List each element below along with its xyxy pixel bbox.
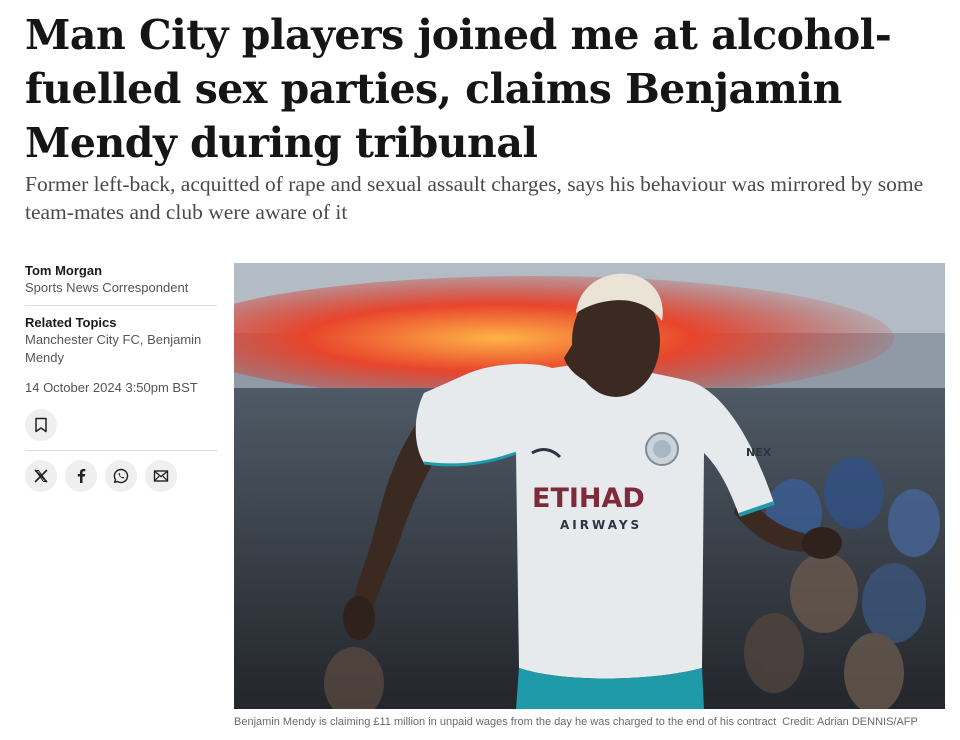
facebook-icon: [77, 469, 86, 483]
shirt-sponsor-text: ETIHAD: [532, 483, 645, 514]
share-facebook-button[interactable]: [65, 460, 97, 492]
author-role: Sports News Correspondent: [25, 280, 189, 295]
whatsapp-icon: [113, 468, 129, 484]
related-topics-links[interactable]: Manchester City FC, Benjamin Mendy: [25, 331, 217, 367]
shirt-sponsor-subtext: AIRWAYS: [560, 518, 642, 532]
x-icon: [34, 469, 48, 483]
publish-date: 14 October 2024 3:50pm BST: [25, 380, 198, 395]
share-buttons: [25, 460, 217, 492]
article-meta-sidebar: Tom Morgan Sports News Correspondent Rel…: [25, 263, 217, 492]
caption-credit: Credit: Adrian DENNIS/AFP: [782, 716, 918, 728]
article-standfirst: Former left-back, acquitted of rape and …: [25, 172, 924, 224]
caption-text: Benjamin Mendy is claiming £11 million i…: [234, 716, 777, 728]
email-icon: [153, 470, 169, 482]
divider: [25, 305, 217, 306]
divider: [25, 450, 217, 451]
related-topics-heading: Related Topics: [25, 315, 117, 330]
sleeve-sponsor-text: NEX: [746, 446, 772, 459]
author-name[interactable]: Tom Morgan: [25, 263, 217, 279]
share-whatsapp-button[interactable]: [105, 460, 137, 492]
article-hero-image: ETIHAD AIRWAYS NEX: [234, 263, 945, 709]
footballer-photo: ETIHAD AIRWAYS NEX: [234, 263, 945, 709]
image-caption: Benjamin Mendy is claiming £11 million i…: [234, 715, 945, 729]
bookmark-icon: [35, 417, 47, 433]
share-email-button[interactable]: [145, 460, 177, 492]
share-x-button[interactable]: [25, 460, 57, 492]
article-headline: Man City players joined me at alcohol-fu…: [25, 11, 892, 167]
bookmark-button[interactable]: [25, 409, 57, 441]
